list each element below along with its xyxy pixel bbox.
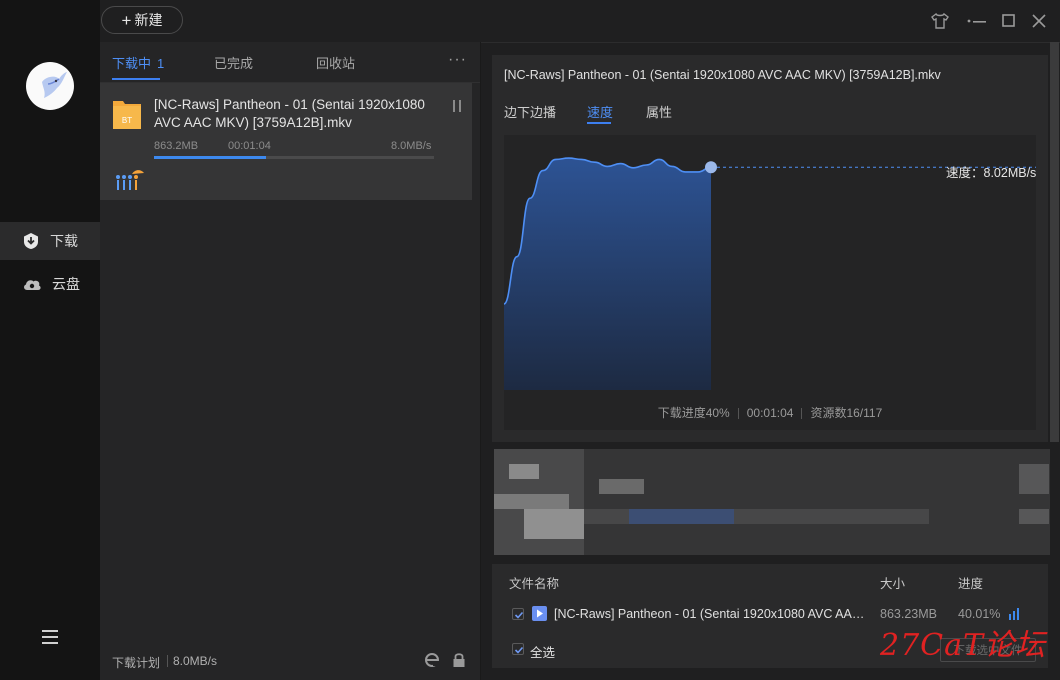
plus-icon: +: [121, 10, 132, 30]
column-header-name[interactable]: 文件名称: [509, 573, 559, 592]
task-progress-fill: [154, 156, 266, 159]
task-speed: 8.0MB/s: [391, 140, 432, 152]
blurred-content: [494, 449, 1050, 555]
file-progress: 40.01%: [958, 607, 1001, 621]
app-logo: [26, 62, 74, 110]
new-task-label: 新建: [134, 12, 163, 28]
tab-completed[interactable]: 已完成: [214, 53, 253, 72]
browser-icon[interactable]: [424, 652, 440, 668]
download-stats: 下载进度40% 00:01:04 资源数16/117: [504, 404, 1036, 421]
active-tab-indicator: [587, 122, 611, 124]
file-name: [NC-Raws] Pantheon - 01 (Sentai 1920x108…: [554, 607, 869, 621]
sources-stat: 资源数16/117: [810, 406, 883, 420]
progress-stat: 下载进度40%: [657, 406, 730, 420]
bt-folder-icon: BT: [112, 98, 142, 130]
more-options-button[interactable]: ···: [448, 51, 467, 69]
scrollbar[interactable]: [1050, 42, 1059, 442]
task-size: 863.2MB: [154, 140, 199, 152]
column-header-size[interactable]: 大小: [880, 573, 905, 592]
nav-item-download[interactable]: 下载: [0, 222, 100, 260]
title-bar: [100, 0, 1060, 43]
nav-item-cloud[interactable]: 云盘: [0, 265, 100, 303]
peers-icon: [114, 168, 146, 192]
task-progress-bar: [154, 156, 434, 159]
column-header-progress[interactable]: 进度: [958, 573, 983, 592]
tab-properties[interactable]: 属性: [646, 102, 672, 121]
bt-badge: BT: [122, 116, 132, 125]
file-checkbox[interactable]: [512, 608, 524, 620]
tab-speed[interactable]: 速度: [587, 102, 613, 121]
current-speed-label: 速度：8.02MB/s: [946, 166, 1037, 180]
watermark: 27CaT论坛: [880, 628, 1047, 663]
maximize-icon[interactable]: [1000, 12, 1018, 30]
file-size: 863.23MB: [880, 607, 937, 621]
download-plan-label[interactable]: 下载计划: [112, 654, 160, 671]
elapsed-stat: 00:01:04: [746, 406, 794, 420]
tab-recycle-bin[interactable]: 回收站: [316, 53, 355, 72]
tab-count: 1: [157, 56, 165, 71]
tab-downloading[interactable]: 下载中 1: [112, 53, 164, 72]
divider: [167, 655, 168, 667]
close-icon[interactable]: [1030, 12, 1048, 30]
tab-play-while-downloading[interactable]: 边下边播: [504, 102, 556, 121]
task-time: 00:01:04: [228, 140, 271, 152]
task-name: [NC-Raws] Pantheon - 01 (Sentai 1920x108…: [154, 97, 425, 130]
menu-icon[interactable]: [40, 626, 62, 648]
video-play-icon: [532, 606, 547, 621]
active-tab-indicator: [112, 78, 160, 80]
speed-area: [504, 158, 711, 390]
lock-icon[interactable]: [452, 652, 466, 668]
current-point: [705, 161, 717, 174]
detail-title: [NC-Raws] Pantheon - 01 (Sentai 1920x108…: [504, 68, 941, 82]
skin-shirt-icon[interactable]: [930, 12, 949, 30]
download-shield-icon: [24, 233, 38, 249]
pause-icon[interactable]: [452, 100, 462, 112]
minimize-icon[interactable]: [971, 12, 989, 30]
nav-item-label: 下载: [50, 233, 78, 249]
nav-item-label: 云盘: [52, 276, 80, 292]
total-speed: 8.0MB/s: [173, 654, 218, 668]
tab-label: 下载中: [112, 56, 152, 71]
signal-bars-icon: [1009, 607, 1021, 620]
cloud-icon: [24, 280, 41, 290]
select-all-checkbox[interactable]: [512, 643, 524, 655]
new-task-button[interactable]: + 新建: [101, 6, 183, 34]
select-all-label[interactable]: 全选: [530, 642, 555, 661]
